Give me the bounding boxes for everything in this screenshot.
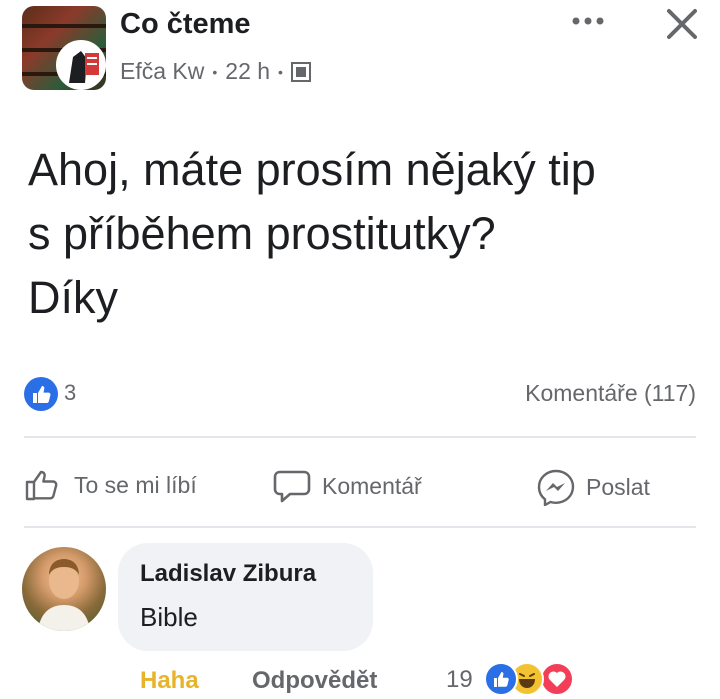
meta-separator: • xyxy=(212,63,218,80)
like-reaction-badge[interactable] xyxy=(24,377,58,411)
like-label: To se mi líbí xyxy=(74,471,197,498)
like-button[interactable]: To se mi líbí xyxy=(24,468,197,502)
commenter-name[interactable]: Ladislav Zibura xyxy=(140,560,316,588)
share-label: Poslat xyxy=(586,473,650,500)
like-reaction-icon xyxy=(484,662,518,696)
comment-label: Komentář xyxy=(322,472,422,499)
comments-count[interactable]: Komentáře (117) xyxy=(525,380,696,407)
haha-reaction-button[interactable]: Haha xyxy=(140,667,199,695)
more-horizontal-icon[interactable] xyxy=(566,6,610,36)
author-name[interactable]: Efča Kw xyxy=(120,58,204,85)
group-name[interactable]: Co čteme xyxy=(120,8,251,41)
commenter-avatar[interactable] xyxy=(22,547,106,631)
speech-bubble-icon xyxy=(273,470,311,503)
close-icon[interactable] xyxy=(660,2,704,46)
commenter-photo xyxy=(38,559,90,631)
comment-button[interactable]: Komentář xyxy=(272,468,422,504)
comment-reaction-count[interactable]: 19 xyxy=(446,666,473,694)
group-audience-icon xyxy=(290,61,311,82)
thumbs-up-icon xyxy=(25,470,58,501)
reply-button[interactable]: Odpovědět xyxy=(252,667,377,695)
author-avatar-image xyxy=(59,43,103,87)
comment-text: Bible xyxy=(140,602,198,632)
messenger-icon xyxy=(537,469,575,506)
share-button[interactable]: Poslat xyxy=(536,468,650,506)
divider xyxy=(24,436,696,438)
thumbs-up-icon xyxy=(33,386,51,403)
post-time[interactable]: 22 h xyxy=(225,58,270,85)
post-text: Ahoj, máte prosím nějaký tip s příběhem … xyxy=(28,144,596,323)
author-avatar[interactable] xyxy=(56,40,106,90)
love-reaction-icon xyxy=(540,662,574,696)
meta-separator-2: • xyxy=(278,63,283,80)
like-count[interactable]: 3 xyxy=(64,380,76,406)
post-meta: Efča Kw • 22 h • xyxy=(120,58,311,85)
divider xyxy=(24,526,696,528)
